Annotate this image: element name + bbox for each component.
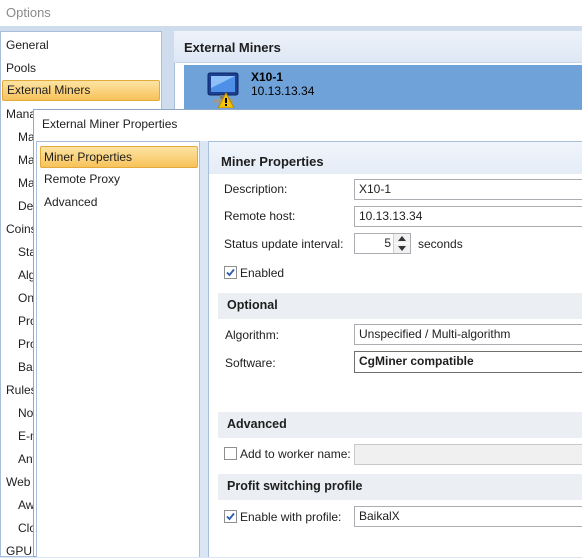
options-title: Options <box>6 5 51 20</box>
stepper-up-icon[interactable] <box>394 234 410 243</box>
description-label: Description: <box>224 182 288 196</box>
optional-section-header: Optional <box>218 293 582 319</box>
sidebar-item-web[interactable]: Web <box>6 475 30 489</box>
remote-host-label: Remote host: <box>224 209 296 223</box>
profit-switching-section-header: Profit switching profile <box>218 474 582 500</box>
advanced-section-header: Advanced <box>218 412 582 438</box>
check-icon <box>226 512 235 521</box>
sidebar-item[interactable]: On <box>18 291 34 305</box>
dialog-title-bar: External Miner Properties <box>34 110 582 140</box>
enabled-label: Enabled <box>240 266 285 280</box>
worker-name-field[interactable] <box>354 444 582 465</box>
computer-warning-icon <box>204 70 246 109</box>
nav-item-miner-properties[interactable]: Miner Properties <box>40 146 198 168</box>
external-miners-title: External Miners <box>184 40 281 55</box>
sidebar-item-external-miners[interactable]: External Miners <box>2 80 160 101</box>
options-title-bar: Options <box>0 0 582 26</box>
stepper-down-icon[interactable] <box>394 244 410 253</box>
profit-switching-section-title: Profit switching profile <box>227 479 363 493</box>
nav-item-remote-proxy[interactable]: Remote Proxy <box>40 169 198 191</box>
seconds-label: seconds <box>418 237 463 251</box>
check-icon <box>226 268 235 277</box>
miner-name: X10-1 <box>251 70 284 84</box>
enable-profile-label: Enable with profile: <box>240 510 342 524</box>
sidebar-item-pools[interactable]: Pools <box>6 61 36 75</box>
external-miners-header: External Miners <box>174 31 582 63</box>
status-interval-label: Status update interval: <box>224 237 344 251</box>
advanced-section-title: Advanced <box>227 417 287 431</box>
sidebar-item[interactable]: Aw <box>18 498 34 512</box>
remote-host-field[interactable]: 10.13.13.34 <box>354 206 582 227</box>
profile-select[interactable]: BaikalX <box>354 506 582 527</box>
properties-header-title: Miner Properties <box>221 154 324 169</box>
sidebar-item-gpu[interactable]: GPU <box>6 544 32 558</box>
description-field[interactable]: X10-1 <box>354 179 582 200</box>
miner-host: 10.13.13.34 <box>251 84 315 98</box>
sidebar-item-management[interactable]: Mana <box>6 107 36 121</box>
optional-section-title: Optional <box>227 298 278 312</box>
status-interval-stepper[interactable]: 5 <box>354 233 411 254</box>
properties-header: Miner Properties <box>209 142 582 174</box>
stepper-buttons <box>393 234 410 253</box>
algorithm-select[interactable]: Unspecified / Multi-algorithm <box>354 324 582 345</box>
enable-profile-checkbox[interactable] <box>224 510 237 523</box>
nav-splitter[interactable] <box>200 141 208 557</box>
sidebar-item-general[interactable]: General <box>6 38 49 52</box>
worker-name-checkbox[interactable] <box>224 447 237 460</box>
algorithm-label: Algorithm: <box>225 328 280 342</box>
enabled-checkbox[interactable] <box>224 266 237 279</box>
software-select[interactable]: CgMiner compatible <box>354 351 582 373</box>
dialog-title: External Miner Properties <box>42 117 178 131</box>
software-label: Software: <box>225 356 276 370</box>
status-interval-value: 5 <box>384 236 391 250</box>
nav-item-advanced[interactable]: Advanced <box>40 192 198 214</box>
worker-name-label: Add to worker name: <box>240 447 351 461</box>
